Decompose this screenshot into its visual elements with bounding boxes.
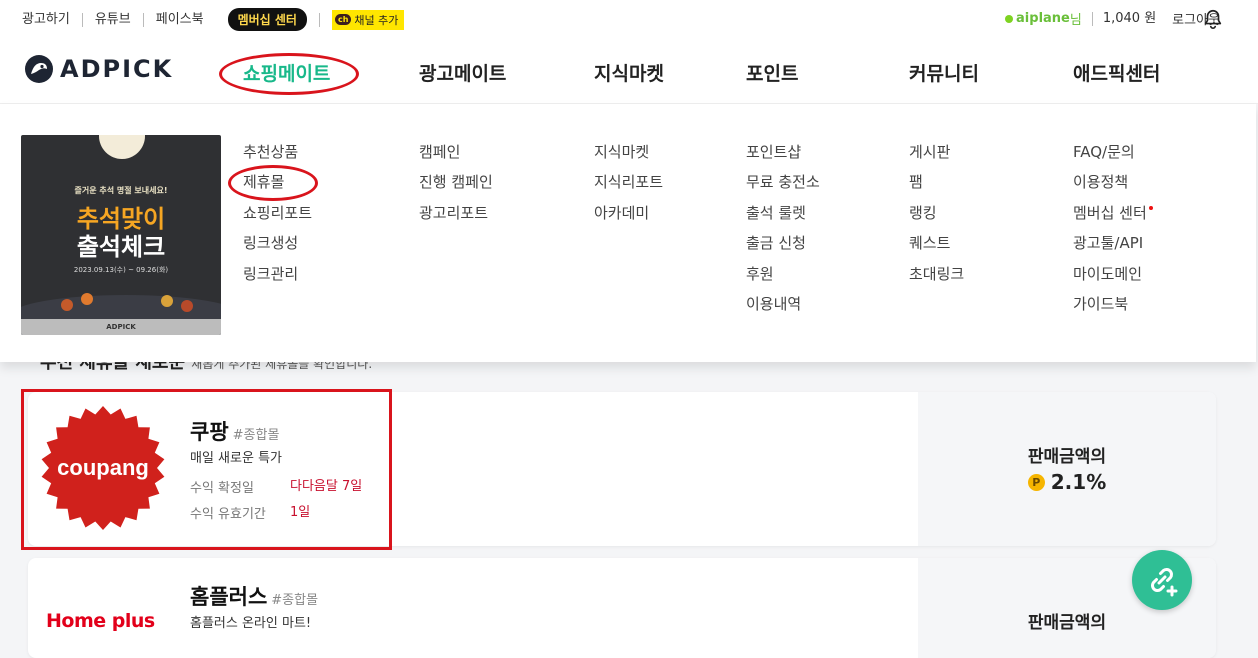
menu-guide-book[interactable]: 가이드북: [1073, 294, 1153, 324]
menu-col-ad: 캠페인 진행 캠페인 광고리포트: [419, 142, 493, 233]
nav-community[interactable]: 커뮤니티: [909, 59, 979, 86]
point-balance[interactable]: 1,040 원: [1091, 11, 1166, 26]
menu-knowledge-market[interactable]: 지식마켓: [594, 142, 663, 172]
kakao-channel-icon: ch: [334, 14, 352, 25]
menu-col-point: 포인트샵 무료 충전소 출석 룰렛 출금 신청 후원 이용내역: [746, 142, 820, 324]
menu-membership-center[interactable]: 멤버십 센터: [1073, 203, 1153, 233]
tree-illustration: [181, 300, 193, 312]
username[interactable]: aiplane: [1016, 11, 1070, 26]
kakao-channel-add-label: 채널 추가: [354, 13, 399, 27]
moon-illustration: [99, 135, 145, 159]
menu-ad-tool-api[interactable]: 광고툴/API: [1073, 233, 1153, 263]
commission-label: 판매금액의: [1027, 447, 1107, 467]
menu-ranking[interactable]: 랭킹: [909, 203, 964, 233]
commission-label: 판매금액의: [1027, 613, 1107, 633]
highlight-ellipse-partner-mall: [228, 165, 318, 201]
main-header: ADPICK 쇼핑메이트 광고메이트 지식마켓 포인트 커뮤니티 애드픽센터: [0, 40, 1258, 104]
username-suffix: 님: [1069, 13, 1082, 28]
commission-rate: P 2.1%: [918, 470, 1216, 494]
menu-col-knowledge: 지식마켓 지식리포트 아카데미: [594, 142, 663, 233]
membership-center-button[interactable]: 멤버십 센터: [227, 8, 307, 31]
shop-description: 홈플러스 온라인 마트!: [190, 616, 312, 631]
event-banner[interactable]: 즐거운 추석 명절 보내세요! 추석맞이 출석체크 2023.09.13(수) …: [21, 135, 221, 335]
top-link-advertise[interactable]: 광고하기: [22, 12, 83, 27]
menu-fam[interactable]: 팸: [909, 172, 964, 202]
banner-date: 2023.09.13(수) ~ 09.26(화): [73, 266, 169, 274]
top-link-youtube[interactable]: 유튜브: [83, 12, 144, 27]
menu-membership-center-label: 멤버십 센터: [1073, 203, 1147, 222]
tree-illustration: [61, 299, 73, 311]
shop-name-homeplus[interactable]: 홈플러스 #종합몰: [190, 581, 318, 611]
partner-card-homeplus[interactable]: Home plus 홈플러스 #종합몰 홈플러스 온라인 마트! 판매금액의: [28, 558, 1216, 658]
mega-menu-dropdown: 즐거운 추석 명절 보내세요! 추석맞이 출석체크 2023.09.13(수) …: [0, 104, 1256, 362]
menu-point-shop[interactable]: 포인트샵: [746, 142, 820, 172]
menu-free-charge[interactable]: 무료 충전소: [746, 172, 820, 202]
kakao-channel-add-button[interactable]: ch 채널 추가: [331, 9, 405, 30]
menu-usage-history[interactable]: 이용내역: [746, 294, 820, 324]
commission-panel: 판매금액의 P 2.1%: [918, 392, 1216, 546]
commission-rate-value: 2.1%: [1050, 470, 1107, 494]
menu-shopping-report[interactable]: 쇼핑리포트: [243, 203, 312, 233]
top-utility-bar: 광고하기 유튜브 페이스북 멤버십 센터 ch 채널 추가 aiplane 님 …: [0, 0, 1258, 40]
shop-name-text: 홈플러스: [190, 585, 268, 609]
online-status-icon: [1005, 14, 1014, 23]
nav-adpick-center[interactable]: 애드픽센터: [1073, 59, 1160, 86]
menu-knowledge-report[interactable]: 지식리포트: [594, 172, 663, 202]
menu-col-center: FAQ/문의 이용정책 멤버십 센터 광고툴/API 마이도메인 가이드북: [1073, 142, 1153, 324]
menu-academy[interactable]: 아카데미: [594, 203, 663, 233]
adpick-logo[interactable]: ADPICK: [24, 54, 173, 84]
tree-illustration: [161, 295, 173, 307]
homeplus-logo: Home plus: [46, 610, 155, 632]
menu-attendance-roulette[interactable]: 출석 룰렛: [746, 203, 820, 233]
menu-campaign[interactable]: 캠페인: [419, 142, 493, 172]
menu-quest[interactable]: 퀘스트: [909, 233, 964, 263]
menu-col-community: 게시판 팸 랭킹 퀘스트 초대링크: [909, 142, 964, 294]
adpick-logo-icon: [25, 55, 53, 83]
banner-subtitle: 즐거운 추석 명절 보내세요!: [74, 186, 168, 195]
tree-illustration: [81, 293, 93, 305]
nav-point[interactable]: 포인트: [746, 59, 798, 86]
menu-donation[interactable]: 후원: [746, 264, 820, 294]
menu-board[interactable]: 게시판: [909, 142, 964, 172]
menu-my-domain[interactable]: 마이도메인: [1073, 264, 1153, 294]
banner-title-line2: 출석체크: [76, 233, 166, 261]
menu-invite-link[interactable]: 초대링크: [909, 264, 964, 294]
bell-icon[interactable]: [1202, 8, 1224, 30]
menu-faq[interactable]: FAQ/문의: [1073, 142, 1153, 172]
create-link-fab[interactable]: [1132, 550, 1192, 610]
link-add-icon: [1151, 568, 1178, 597]
highlight-box-coupang: [21, 389, 392, 550]
logo-text: ADPICK: [60, 55, 174, 83]
menu-ad-report[interactable]: 광고리포트: [419, 203, 493, 233]
menu-withdraw-request[interactable]: 출금 신청: [746, 233, 820, 263]
banner-footer: ADPICK: [21, 319, 221, 335]
top-link-facebook[interactable]: 페이스북: [144, 12, 216, 27]
highlight-ellipse-nav: [219, 53, 359, 95]
new-badge-dot: [1148, 205, 1153, 210]
menu-policy[interactable]: 이용정책: [1073, 172, 1153, 202]
top-links: 광고하기 유튜브 페이스북 멤버십 센터 ch 채널 추가: [22, 8, 405, 31]
nav-knowledge-market[interactable]: 지식마켓: [594, 59, 664, 86]
nav-ad-mate[interactable]: 광고메이트: [419, 59, 506, 86]
divider: [318, 12, 320, 27]
menu-link-create[interactable]: 링크생성: [243, 233, 312, 263]
menu-link-manage[interactable]: 링크관리: [243, 264, 312, 294]
user-box: aiplane 님 1,040 원 로그아웃: [1005, 9, 1220, 28]
shop-category-tag: #종합몰: [271, 593, 319, 608]
menu-active-campaign[interactable]: 진행 캠페인: [419, 172, 493, 202]
point-coin-icon: P: [1027, 473, 1045, 491]
